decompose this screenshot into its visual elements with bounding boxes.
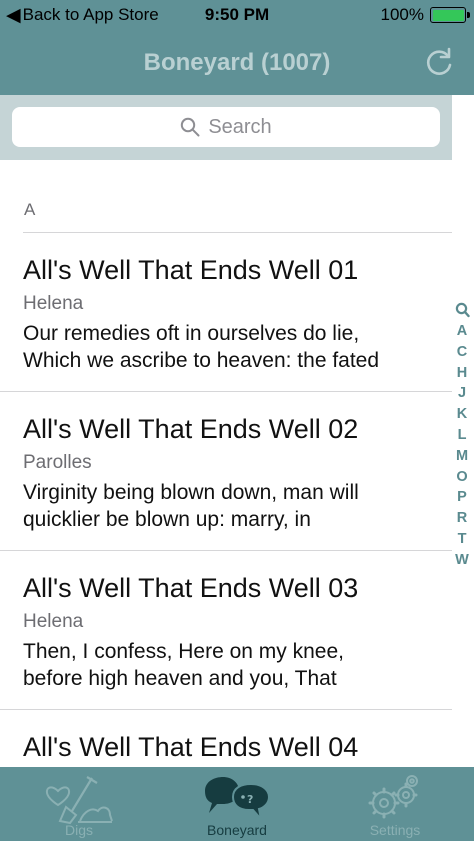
search-placeholder: Search — [208, 115, 272, 138]
row-character: Helena — [23, 611, 84, 632]
search-input[interactable]: Search — [12, 107, 440, 147]
index-letter[interactable]: M — [456, 446, 468, 467]
row-quote-line: Our remedies oft in ourselves do lie, — [23, 322, 360, 345]
row-title: All's Well That Ends Well 04 — [23, 732, 359, 762]
index-letter[interactable]: A — [457, 321, 467, 342]
row-title: All's Well That Ends Well 02 — [23, 414, 359, 444]
list-item[interactable]: All's Well That Ends Well 03 Helena Then… — [0, 551, 452, 710]
section-index[interactable]: ACHJKLMOPRTW — [452, 302, 472, 571]
svg-text:?: ? — [247, 793, 253, 806]
index-letter[interactable]: H — [457, 363, 467, 384]
tab-label: Digs — [64, 822, 93, 838]
index-letter[interactable]: T — [458, 529, 467, 550]
search-strip — [452, 95, 474, 160]
tab-digs[interactable]: Digs — [0, 767, 158, 841]
list-item[interactable]: All's Well That Ends Well 01 Helena Our … — [0, 233, 452, 392]
nav-bar: Boneyard (1007) — [0, 32, 474, 95]
search-bar: Search — [0, 95, 474, 160]
tab-boneyard[interactable]: ? Boneyard — [158, 767, 316, 841]
shovel-heart-icon — [45, 776, 113, 825]
page-title: Boneyard (1007) — [143, 49, 331, 76]
index-letter[interactable]: L — [458, 425, 467, 446]
index-letter[interactable]: P — [457, 487, 467, 508]
tab-label: Boneyard — [207, 822, 267, 838]
row-quote-line: before high heaven and you, That — [23, 667, 337, 690]
battery-fill — [432, 9, 464, 21]
row-quote-line: quicklier be blown up: marry, in — [23, 508, 311, 531]
row-title: All's Well That Ends Well 01 — [23, 255, 359, 285]
status-right: 100% — [380, 5, 470, 25]
index-search-icon[interactable] — [455, 302, 470, 319]
row-quote-line: Virginity being blown down, man will — [23, 481, 359, 504]
index-letter[interactable]: J — [458, 383, 466, 404]
refresh-icon — [426, 47, 452, 75]
index-letter[interactable]: W — [455, 550, 469, 571]
index-letter[interactable]: K — [457, 404, 467, 425]
quote-list[interactable]: A All's Well That Ends Well 01 Helena Ou… — [0, 160, 474, 767]
battery-icon — [430, 7, 470, 23]
tab-bar: Digs ? Boneyard Settings — [0, 767, 474, 841]
battery-percent: 100% — [380, 5, 424, 24]
row-quote-line: Then, I confess, Here on my knee, — [23, 640, 344, 663]
row-character: Parolles — [23, 452, 92, 473]
tab-settings[interactable]: Settings — [316, 767, 474, 841]
index-letter[interactable]: O — [456, 467, 467, 488]
refresh-button[interactable] — [422, 46, 456, 80]
row-title: All's Well That Ends Well 03 — [23, 573, 359, 603]
list-item[interactable]: All's Well That Ends Well 02 Parolles Vi… — [0, 392, 452, 551]
tab-label: Settings — [369, 822, 421, 838]
list-item[interactable]: All's Well That Ends Well 04 — [0, 710, 452, 767]
index-letter[interactable]: C — [457, 342, 467, 363]
index-letter[interactable]: R — [457, 508, 467, 529]
gears-icon — [368, 775, 418, 819]
status-bar: ◀ Back to App Store 9:50 PM 100% — [0, 0, 474, 32]
section-header: A — [24, 200, 36, 219]
row-character: Helena — [23, 293, 84, 314]
search-icon — [181, 117, 200, 137]
row-quote-line: Which we ascribe to heaven: the fated — [23, 349, 380, 372]
chat-bubbles-icon: ? — [205, 777, 271, 823]
